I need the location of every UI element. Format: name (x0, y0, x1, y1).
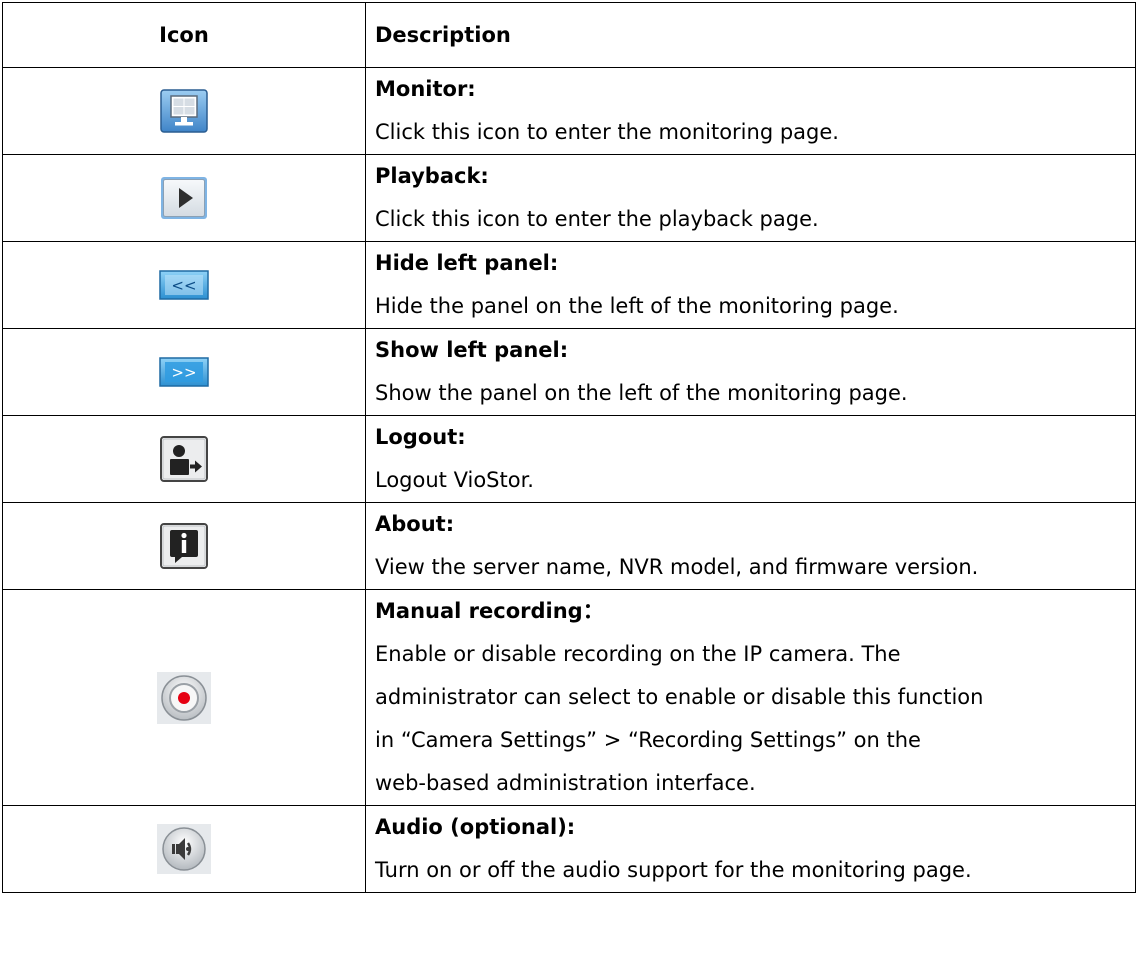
row-text: administrator can select to enable or di… (375, 685, 984, 709)
icon-cell (2, 154, 366, 242)
table-row: Manual recording： Enable or disable reco… (2, 589, 1136, 806)
table-row: Playback: Click this icon to enter the p… (2, 154, 1136, 242)
logout-icon[interactable] (160, 436, 208, 482)
table-header-row: Icon Description (2, 2, 1136, 68)
icon-description-table: Icon Description Monitor: Click this ico… (2, 2, 1136, 893)
icon-cell (2, 805, 366, 893)
audio-icon[interactable] (157, 824, 211, 874)
row-title: Audio (optional): (375, 815, 576, 839)
row-title: Show left panel: (375, 338, 569, 362)
playback-icon[interactable] (160, 176, 208, 220)
row-title: About: (375, 512, 455, 536)
icon-cell (2, 67, 366, 155)
description-cell: Manual recording： Enable or disable reco… (365, 589, 1136, 806)
monitor-icon[interactable] (160, 89, 208, 133)
table-row: About: View the server name, NVR model, … (2, 502, 1136, 590)
description-cell: Logout: Logout VioStor. (365, 415, 1136, 503)
row-title: Monitor: (375, 77, 476, 101)
icon-cell: >> (2, 328, 366, 416)
row-text: Show the panel on the left of the monito… (375, 381, 908, 405)
row-title: Hide left panel: (375, 251, 559, 275)
icon-cell (2, 502, 366, 590)
description-cell: Monitor: Click this icon to enter the mo… (365, 67, 1136, 155)
description-column-header: Description (365, 2, 1136, 68)
description-cell: About: View the server name, NVR model, … (365, 502, 1136, 590)
icon-cell (2, 589, 366, 806)
row-text: in “Camera Settings” > “Recording Settin… (375, 728, 921, 752)
table-row: Monitor: Click this icon to enter the mo… (2, 67, 1136, 155)
icon-cell: << (2, 241, 366, 329)
description-cell: Audio (optional): Turn on or off the aud… (365, 805, 1136, 893)
icon-column-header: Icon (2, 2, 366, 68)
description-cell: Hide left panel: Hide the panel on the l… (365, 241, 1136, 329)
row-text: Click this icon to enter the monitoring … (375, 120, 839, 144)
row-title: Playback: (375, 164, 489, 188)
table-row: Audio (optional): Turn on or off the aud… (2, 805, 1136, 893)
row-text: web-based administration interface. (375, 771, 756, 795)
description-cell: Show left panel: Show the panel on the l… (365, 328, 1136, 416)
row-text: Logout VioStor. (375, 468, 534, 492)
hide-panel-glyph: << (171, 277, 196, 295)
manual-recording-icon[interactable] (157, 671, 211, 724)
table-row: Logout: Logout VioStor. (2, 415, 1136, 503)
row-title: Manual recording： (375, 599, 604, 623)
table-row: << Hide left panel: Hide the panel on th… (2, 241, 1136, 329)
about-icon[interactable] (160, 523, 208, 569)
row-text: Click this icon to enter the playback pa… (375, 207, 819, 231)
row-text: Enable or disable recording on the IP ca… (375, 642, 901, 666)
row-title: Logout: (375, 425, 466, 449)
show-panel-glyph: >> (171, 364, 196, 382)
description-cell: Playback: Click this icon to enter the p… (365, 154, 1136, 242)
row-text: View the server name, NVR model, and fir… (375, 555, 979, 579)
hide-left-panel-icon[interactable]: << (159, 270, 209, 300)
table-row: >> Show left panel: Show the panel on th… (2, 328, 1136, 416)
show-left-panel-icon[interactable]: >> (159, 357, 209, 387)
row-text: Hide the panel on the left of the monito… (375, 294, 899, 318)
row-text: Turn on or off the audio support for the… (375, 858, 972, 882)
icon-cell (2, 415, 366, 503)
